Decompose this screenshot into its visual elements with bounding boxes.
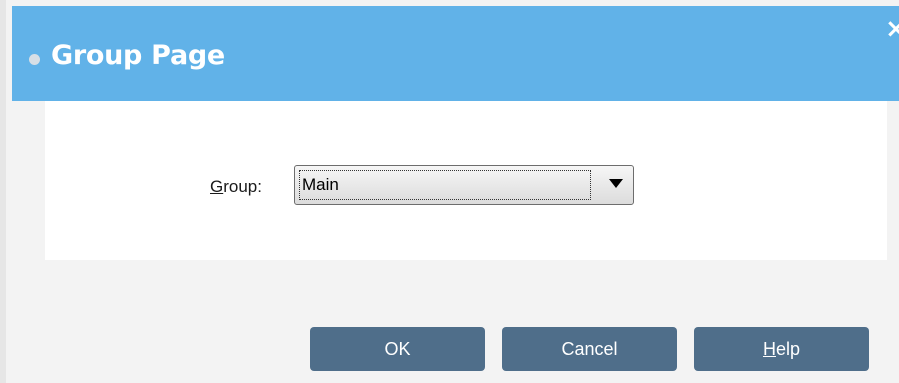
group-page-dialog: Group Page × Group: Main OK Cancel Help xyxy=(0,0,899,383)
help-button[interactable]: Help xyxy=(694,327,869,371)
content-panel: Group: Main xyxy=(45,101,887,260)
group-select-value: Main xyxy=(299,170,591,200)
bullet-icon xyxy=(29,54,40,65)
title-bar: Group Page × xyxy=(12,6,899,101)
dialog-title: Group Page xyxy=(51,40,225,71)
help-button-text: elp xyxy=(775,339,801,359)
group-label: Group: xyxy=(210,177,262,197)
chevron-down-icon[interactable] xyxy=(609,179,623,188)
group-label-accelerator: G xyxy=(210,177,224,196)
group-select[interactable]: Main xyxy=(294,165,634,205)
cancel-button[interactable]: Cancel xyxy=(502,327,677,371)
ok-button[interactable]: OK xyxy=(310,327,485,371)
help-button-accelerator: H xyxy=(762,339,776,359)
close-icon[interactable]: × xyxy=(885,14,899,44)
group-label-text: roup: xyxy=(223,177,262,196)
